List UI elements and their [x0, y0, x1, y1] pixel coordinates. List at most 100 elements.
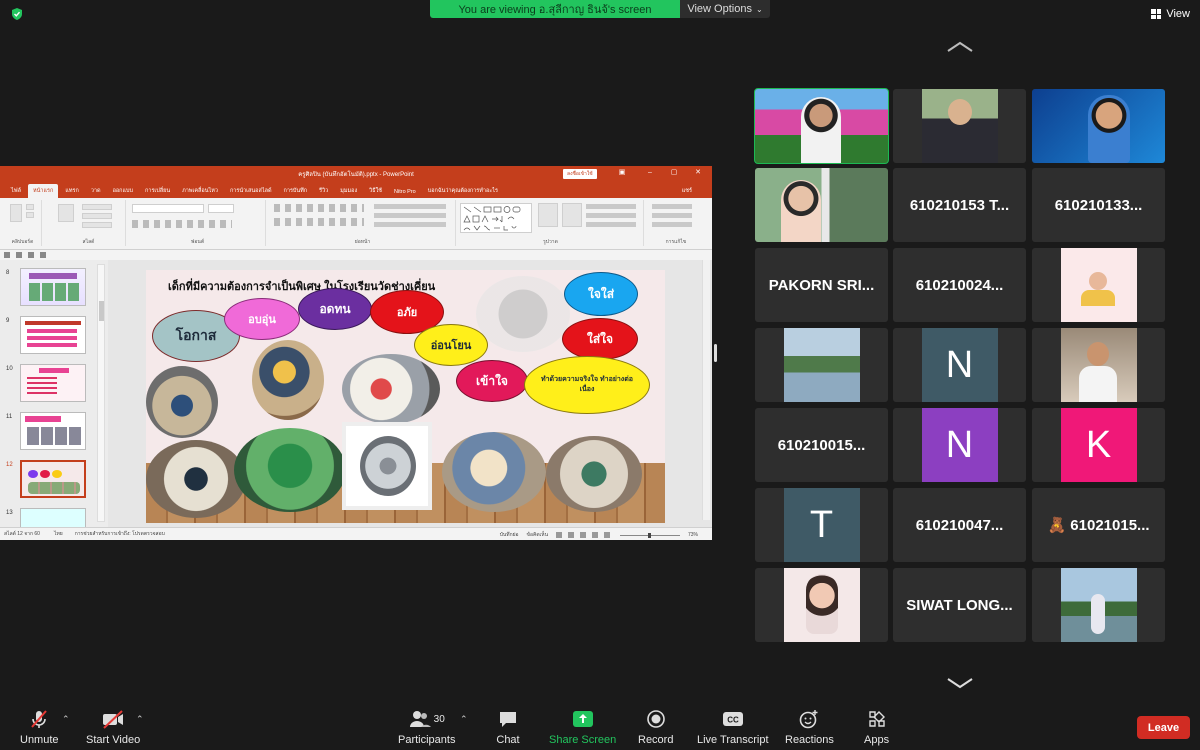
slide-scrollbar[interactable]	[702, 260, 710, 520]
view-options-button[interactable]: View Options ⌄	[680, 0, 770, 18]
cut-icon[interactable]	[26, 204, 34, 210]
zoom-slider[interactable]	[619, 532, 680, 538]
group-label-clipboard: คลิปบอร์ด	[11, 239, 34, 245]
copy-icon[interactable]	[26, 212, 34, 218]
participant-tile[interactable]: K	[1032, 408, 1165, 482]
slide-thumbnail-selected[interactable]: 12	[0, 460, 100, 500]
participant-tile[interactable]	[755, 328, 888, 402]
tab-view[interactable]: มุมมอง	[335, 184, 362, 198]
close-icon[interactable]: ✕	[694, 169, 702, 177]
participant-tile[interactable]: PAKORN SRI...	[755, 248, 888, 322]
tab-insert[interactable]: แทรก	[60, 184, 83, 198]
participant-tile[interactable]: 610210133...	[1032, 168, 1165, 242]
tab-review[interactable]: รีวิว	[314, 184, 333, 198]
font-size-select[interactable]	[208, 204, 234, 213]
audio-options-caret[interactable]: ⌃	[62, 714, 70, 725]
participant-tile[interactable]	[893, 89, 1026, 163]
status-language[interactable]: ไทย	[54, 530, 63, 538]
slide-thumbnail[interactable]: 8	[0, 268, 100, 308]
participant-tile[interactable]: N	[893, 408, 1026, 482]
video-options-caret[interactable]: ⌃	[136, 714, 144, 725]
participant-tile[interactable]: 610210024...	[893, 248, 1026, 322]
participant-tile[interactable]	[755, 168, 888, 242]
tab-animations[interactable]: ภาพเคลื่อนไหว	[177, 184, 223, 198]
participant-tile[interactable]	[755, 568, 888, 642]
undo-icon[interactable]	[16, 252, 22, 258]
text-direction-buttons[interactable]	[374, 204, 446, 230]
tab-file[interactable]: ไฟล์	[6, 184, 26, 198]
list-buttons[interactable]	[274, 204, 364, 212]
quick-styles-icon[interactable]	[562, 203, 582, 227]
tab-slideshow[interactable]: การนำเสนอสไลด์	[225, 184, 277, 198]
tab-draw[interactable]: วาด	[86, 184, 106, 198]
ppt-signin-button[interactable]: ลงชื่อเข้าใช้	[563, 169, 597, 179]
arrange-icon[interactable]	[538, 203, 558, 227]
live-transcript-button[interactable]: CC Live Transcript	[697, 708, 769, 746]
participant-tile[interactable]: 🧸 61021015...	[1032, 488, 1165, 562]
meeting-toolbar: Unmute ⌃ Start Video ⌃ 30 Participants ⌃…	[0, 702, 1200, 750]
shape-format-buttons[interactable]	[586, 204, 636, 230]
layout-button[interactable]	[82, 204, 112, 210]
reactions-button[interactable]: Reactions	[785, 708, 834, 746]
leave-button[interactable]: Leave	[1137, 716, 1190, 739]
participant-tile[interactable]	[1032, 89, 1165, 163]
view-buttons-icon[interactable]	[555, 532, 612, 538]
participant-tile[interactable]	[1032, 248, 1165, 322]
participants-button[interactable]: 30 Participants	[398, 708, 455, 746]
zoom-level[interactable]: 73%	[688, 532, 698, 538]
section-button[interactable]	[82, 222, 112, 228]
participant-tile[interactable]: N	[893, 328, 1026, 402]
chevron-up-icon[interactable]	[946, 40, 974, 54]
participants-options-caret[interactable]: ⌃	[460, 714, 468, 725]
record-button[interactable]: Record	[638, 708, 673, 746]
restore-icon[interactable]: ▢	[670, 169, 678, 177]
new-slide-icon[interactable]	[58, 204, 74, 222]
comments-button[interactable]: ข้อคิดเห็น	[527, 531, 548, 539]
font-format-buttons[interactable]	[132, 220, 232, 228]
editing-buttons[interactable]	[652, 204, 692, 230]
ribbon-display-icon[interactable]: ▣	[618, 169, 626, 177]
present-icon[interactable]	[40, 252, 46, 258]
tab-home[interactable]: หน้าแรก	[28, 184, 59, 198]
minimize-icon[interactable]: –	[646, 169, 654, 177]
status-accessibility[interactable]: การช่วยสำหรับการเข้าถึง: โปรดตรวจสอบ	[75, 530, 165, 538]
participant-tile[interactable]: T	[755, 488, 888, 562]
reset-button[interactable]	[82, 213, 112, 219]
align-buttons[interactable]	[274, 218, 364, 226]
redo-icon[interactable]	[28, 252, 34, 258]
resize-handle[interactable]	[714, 344, 717, 362]
unmute-button[interactable]: Unmute	[20, 708, 59, 746]
participant-tile[interactable]	[754, 88, 889, 164]
slide-thumbnail[interactable]: 11	[0, 412, 100, 452]
start-video-button[interactable]: Start Video	[86, 708, 140, 746]
font-name-select[interactable]	[132, 204, 204, 213]
save-icon[interactable]	[4, 252, 10, 258]
participant-tile[interactable]: 610210015...	[755, 408, 888, 482]
slide-thumbnail[interactable]: 10	[0, 364, 100, 404]
tell-me-search[interactable]: บอกฉันว่าคุณต้องการทำอะไร	[423, 184, 503, 198]
chevron-down-icon[interactable]	[946, 676, 974, 690]
chat-button[interactable]: Chat	[496, 708, 520, 746]
share-button[interactable]: แชร์	[677, 184, 712, 198]
slide-thumbnail[interactable]: 9	[0, 316, 100, 356]
shapes-gallery[interactable]	[460, 203, 532, 233]
participant-tile[interactable]: 610210047...	[893, 488, 1026, 562]
tab-transitions[interactable]: การเปลี่ยน	[140, 184, 175, 198]
reactions-label: Reactions	[785, 734, 834, 746]
tab-design[interactable]: ออกแบบ	[108, 184, 138, 198]
shield-check-icon[interactable]	[10, 7, 24, 21]
share-screen-button[interactable]: Share Screen	[549, 708, 616, 746]
tab-help[interactable]: วิธีใช้	[364, 184, 387, 198]
notes-button[interactable]: บันทึกย่อ	[500, 531, 519, 539]
participant-avatar: T	[783, 488, 860, 562]
view-button[interactable]: View	[1151, 5, 1190, 23]
participant-tile[interactable]: 610210153 T...	[893, 168, 1026, 242]
tab-nitro-pro[interactable]: Nitro Pro	[389, 186, 421, 198]
participant-tile[interactable]	[1032, 568, 1165, 642]
paste-icon[interactable]	[10, 204, 22, 222]
apps-button[interactable]: Apps	[864, 708, 889, 746]
tab-record[interactable]: การบันทึก	[279, 184, 313, 198]
participant-tile[interactable]: SIWAT LONG...	[893, 568, 1026, 642]
thumbnail-scrollbar[interactable]	[97, 264, 105, 522]
participant-tile[interactable]	[1032, 328, 1165, 402]
